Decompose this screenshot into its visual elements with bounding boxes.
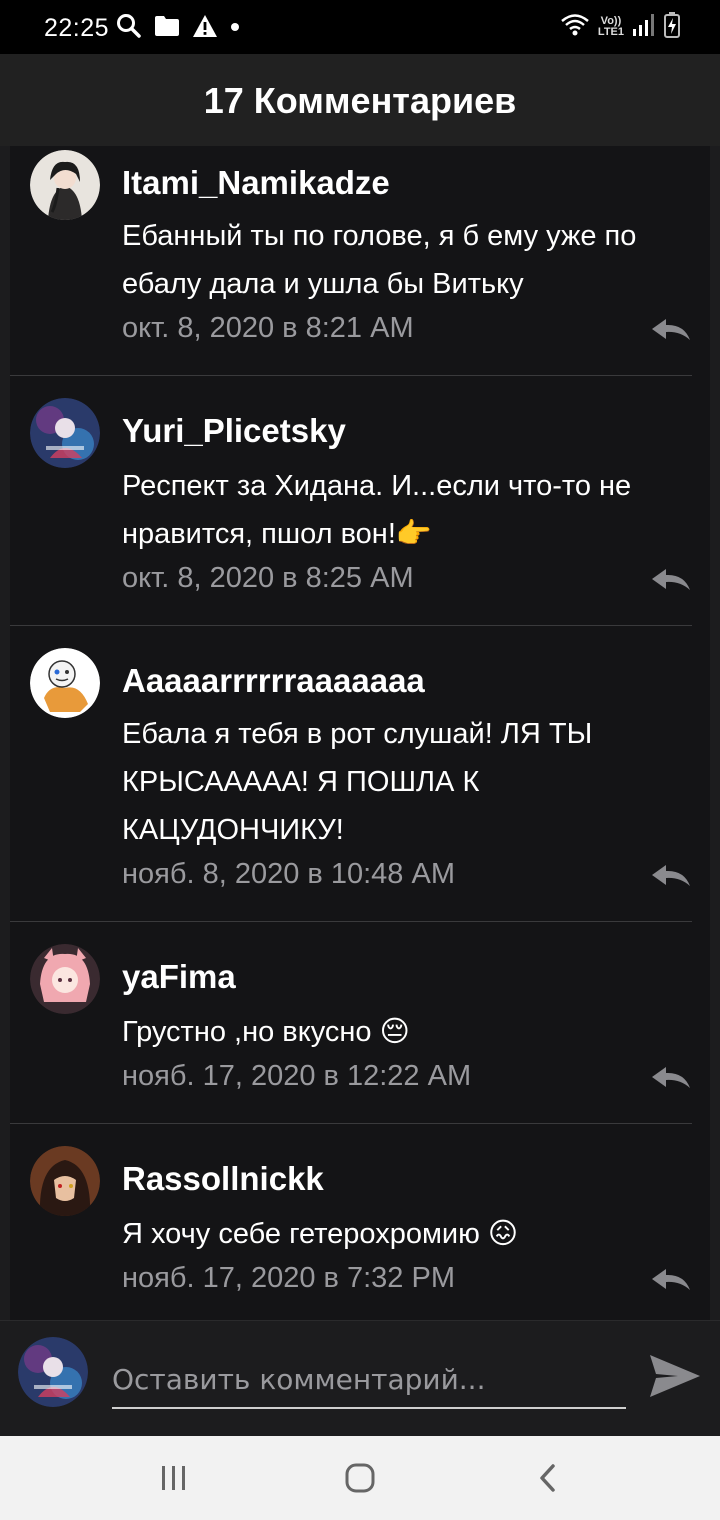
home-button[interactable]: [340, 1458, 380, 1498]
comment-item: Aaaaarrrrrraaaaaaa Ебала я тебя в рот сл…: [10, 626, 710, 922]
system-nav-bar: [0, 1436, 720, 1520]
signal-icon: [632, 13, 656, 42]
battery-icon: [664, 11, 680, 43]
comment-timestamp: нояб. 17, 2020 в 12:22 AM: [122, 1060, 472, 1092]
status-icons-left: [116, 13, 240, 44]
reply-icon[interactable]: [650, 566, 692, 594]
comment-timestamp: окт. 8, 2020 в 8:21 AM: [122, 312, 414, 344]
comment-list[interactable]: Itami_Namikadze Ебанный ты по голове, я …: [10, 146, 710, 1320]
reply-icon[interactable]: [650, 316, 692, 344]
comment-composer: [0, 1320, 720, 1436]
comment-item: Yuri_Plicetsky Респект за Хидана. И...ес…: [10, 376, 710, 626]
recent-apps-icon: [162, 1466, 185, 1490]
recent-apps-button[interactable]: [154, 1458, 194, 1498]
comment-username[interactable]: Itami_Namikadze: [122, 164, 390, 202]
header: 17 Комментариев: [0, 54, 720, 146]
comment-text: Грустно ,но вкусно 😔: [122, 1016, 410, 1048]
comment-username[interactable]: yaFima: [122, 958, 236, 996]
comment-timestamp: нояб. 8, 2020 в 10:48 AM: [122, 858, 455, 890]
status-icons-right: Vo)) LTE1: [560, 11, 680, 43]
avatar[interactable]: [30, 944, 100, 1014]
comment-text: Респект за Хидана. И...если что-то не нр…: [122, 470, 632, 550]
back-button[interactable]: [528, 1458, 568, 1498]
send-icon: [650, 1355, 700, 1397]
folder-icon: [154, 15, 180, 42]
page-title: 17 Комментариев: [203, 80, 517, 121]
reply-icon[interactable]: [650, 1064, 692, 1092]
reply-icon[interactable]: [650, 862, 692, 890]
home-icon: [345, 1463, 375, 1493]
comment-input[interactable]: [112, 1357, 626, 1409]
comment-username[interactable]: Rassollnickk: [122, 1160, 324, 1198]
comment-text: Ебала я тебя в рот слушай! ЛЯ ТЫ КРЫСААА…: [122, 718, 593, 846]
back-icon: [540, 1464, 555, 1492]
dot-icon: [230, 19, 240, 37]
comment-text: Я хочу себе гетерохромию 😖: [122, 1218, 519, 1250]
reply-icon[interactable]: [650, 1266, 692, 1294]
comment-item: Itami_Namikadze Ебанный ты по голове, я …: [10, 146, 710, 376]
network-lte: LTE1: [597, 26, 624, 38]
comment-timestamp: окт. 8, 2020 в 8:25 AM: [122, 562, 414, 594]
comment-timestamp: нояб. 17, 2020 в 7:32 PM: [122, 1262, 455, 1294]
avatar[interactable]: [30, 150, 100, 220]
avatar[interactable]: [30, 398, 100, 468]
avatar[interactable]: [30, 1146, 100, 1216]
status-time: 22:25: [44, 14, 110, 42]
comment-username[interactable]: Aaaaarrrrrraaaaaaa: [122, 662, 425, 700]
search-icon: [116, 13, 142, 44]
comment-item: Rassollnickk Я хочу себе гетерохромию 😖 …: [10, 1124, 710, 1320]
network-label: Vo)) LTE1: [598, 16, 624, 38]
comment-username[interactable]: Yuri_Plicetsky: [122, 412, 346, 450]
wifi-icon: [560, 12, 590, 43]
status-bar: 22:25 Vo)) LTE1: [0, 0, 720, 54]
avatar[interactable]: [30, 648, 100, 718]
warning-icon: [192, 14, 218, 43]
comment-item: yaFima Грустно ,но вкусно 😔 нояб. 17, 20…: [10, 922, 710, 1124]
avatar[interactable]: [18, 1337, 88, 1407]
send-button[interactable]: [648, 1351, 702, 1401]
comment-text: Ебанный ты по голове, я б ему уже по еба…: [122, 220, 637, 300]
